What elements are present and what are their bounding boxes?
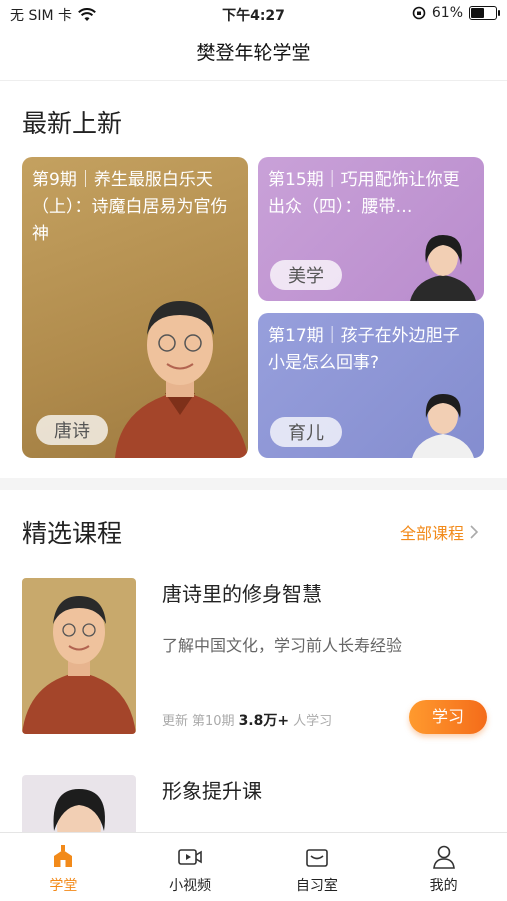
tab-short-video[interactable]: 小视频 — [127, 833, 254, 901]
episode-label: 第10期 — [192, 714, 235, 729]
tab-label: 小视频 — [169, 878, 212, 894]
orientation-lock-icon — [412, 6, 426, 20]
teacher-portrait — [410, 235, 476, 301]
battery-icon — [469, 6, 500, 20]
card-tag: 美学 — [270, 260, 342, 290]
tab-study-room[interactable]: 自习室 — [254, 833, 381, 901]
section-title-new: 最新上新 — [22, 109, 123, 138]
tab-school[interactable]: 学堂 — [0, 833, 127, 901]
course-meta: 更新 第10期 3.8万+ 人学习 — [162, 710, 332, 730]
new-card-poetry[interactable]: 第9期｜养生最服白乐天（上）：诗魔白居易为官伤神 唐诗 — [22, 157, 248, 458]
course-thumbnail — [22, 578, 136, 734]
tab-label: 学堂 — [49, 878, 78, 894]
course-description: 了解中国文化，学习前人长寿经验 — [162, 636, 403, 655]
chevron-right-icon — [470, 525, 479, 539]
study-button[interactable]: 学习 — [409, 700, 487, 734]
section-title-featured: 精选课程 — [22, 519, 123, 548]
teacher-portrait — [412, 394, 474, 458]
teacher-portrait — [115, 301, 248, 458]
course-title: 唐诗里的修身智慧 — [162, 582, 322, 606]
nav-bar: 樊登年轮学堂 — [0, 28, 507, 81]
teacher-portrait — [22, 596, 136, 734]
card-title: 第17期｜孩子在外边胆子小是怎么回事? — [268, 326, 460, 373]
page-title: 樊登年轮学堂 — [196, 42, 311, 64]
study-room-icon — [306, 849, 328, 867]
video-icon — [178, 849, 202, 865]
profile-icon — [432, 845, 455, 869]
course-item[interactable]: 形象提升课 — [22, 775, 492, 832]
battery-percent: 61% — [431, 5, 463, 21]
card-title: 第9期｜养生最服白乐天（上）：诗魔白居易为官伤神 — [32, 170, 228, 244]
card-tag: 育儿 — [270, 417, 342, 447]
learner-count: 3.8万+ — [238, 713, 290, 729]
new-card-parenting[interactable]: 第17期｜孩子在外边胆子小是怎么回事? 育儿 — [258, 313, 484, 458]
new-card-aesthetics[interactable]: 第15期｜巧用配饰让你更出众（四）：腰带… 美学 — [258, 157, 484, 301]
course-item[interactable]: 唐诗里的修身智慧 了解中国文化，学习前人长寿经验 更新 第10期 3.8万+ 人… — [22, 578, 492, 738]
tab-profile[interactable]: 我的 — [380, 833, 507, 901]
status-bar: 无 SIM 卡 下午4:27 61% — [0, 0, 507, 28]
tab-bar: 学堂 小视频 自习室 我的 — [0, 832, 507, 901]
learner-suffix: 人学习 — [293, 714, 333, 729]
teacher-portrait — [53, 789, 105, 832]
section-divider — [0, 478, 507, 490]
course-thumbnail — [22, 775, 136, 832]
card-tag: 唐诗 — [36, 415, 108, 445]
course-title: 形象提升课 — [162, 779, 262, 803]
all-courses-label: 全部课程 — [399, 524, 464, 543]
school-icon — [54, 845, 73, 867]
update-prefix: 更新 — [162, 714, 189, 729]
card-title: 第15期｜巧用配饰让你更出众（四）：腰带… — [268, 170, 460, 217]
all-courses-link[interactable]: 全部课程 — [400, 520, 479, 544]
tab-label: 我的 — [429, 878, 458, 894]
tab-label: 自习室 — [295, 878, 338, 894]
